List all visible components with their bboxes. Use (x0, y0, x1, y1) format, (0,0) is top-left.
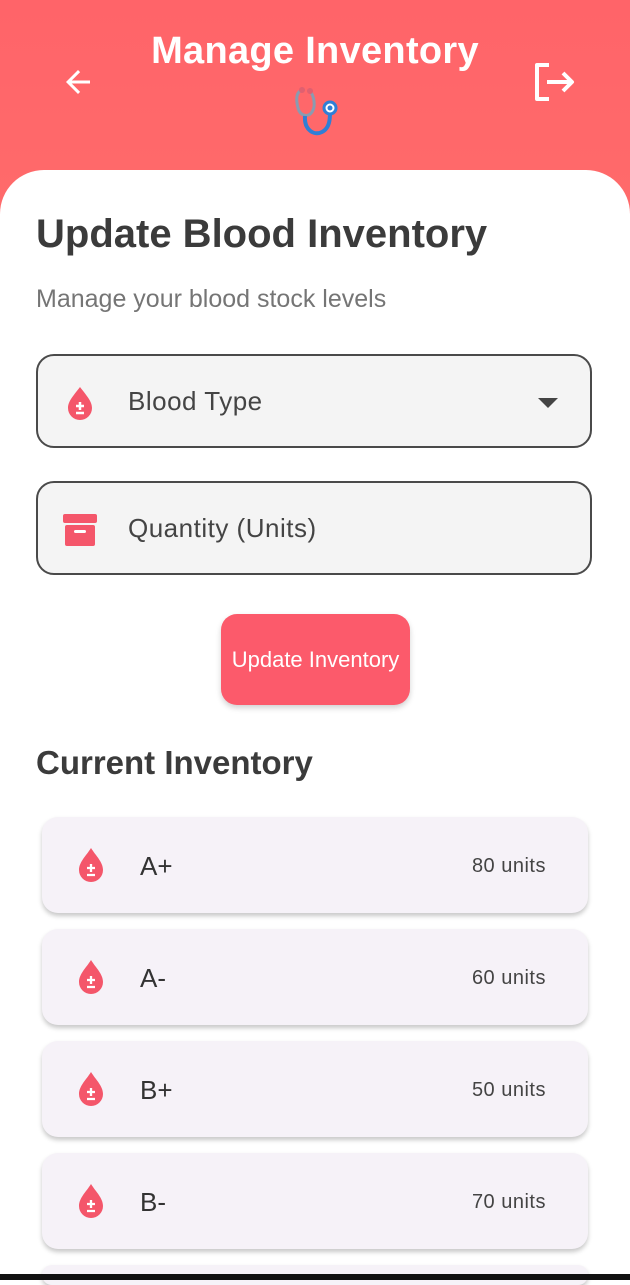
logout-button[interactable] (530, 60, 576, 104)
logout-icon (535, 63, 574, 101)
stethoscope-icon (295, 87, 338, 136)
blood-type-label: B- (140, 1187, 166, 1217)
blood-drop-icon (79, 960, 103, 994)
archive-box-icon (63, 514, 97, 546)
form-subheading: Manage your blood stock levels (36, 285, 387, 313)
blood-drop-icon (68, 387, 92, 420)
units-count: 60 units (471, 967, 546, 989)
inventory-card-a-neg[interactable]: A- 60 units (42, 929, 588, 1025)
inventory-card-a-pos[interactable]: A+ 80 units (42, 817, 588, 913)
blood-type-label: A+ (140, 851, 173, 881)
units-count: 70 units (471, 1191, 546, 1213)
blood-drop-icon (79, 848, 103, 882)
inventory-card-b-neg[interactable]: B- 70 units (42, 1153, 588, 1249)
units-count: 80 units (471, 855, 546, 877)
form-heading: Update Blood Inventory (36, 212, 488, 256)
blood-drop-icon (79, 1184, 103, 1218)
quantity-input[interactable]: Quantity (Units) (36, 481, 592, 575)
blood-type-label: Blood Type (128, 386, 263, 416)
units-count: 50 units (471, 1079, 546, 1101)
inventory-heading: Current Inventory (36, 744, 313, 781)
blood-drop-icon (79, 1072, 103, 1106)
blood-type-label: B+ (140, 1075, 173, 1105)
quantity-label: Quantity (Units) (128, 513, 317, 543)
blood-type-dropdown[interactable]: Blood Type (36, 354, 592, 448)
update-inventory-button[interactable]: Update Inventory (221, 614, 410, 705)
blood-type-label: A- (140, 963, 166, 993)
inventory-card-b-pos[interactable]: B+ 50 units (42, 1041, 588, 1137)
system-navigation-bar (0, 1274, 630, 1280)
chevron-down-icon (538, 398, 558, 408)
